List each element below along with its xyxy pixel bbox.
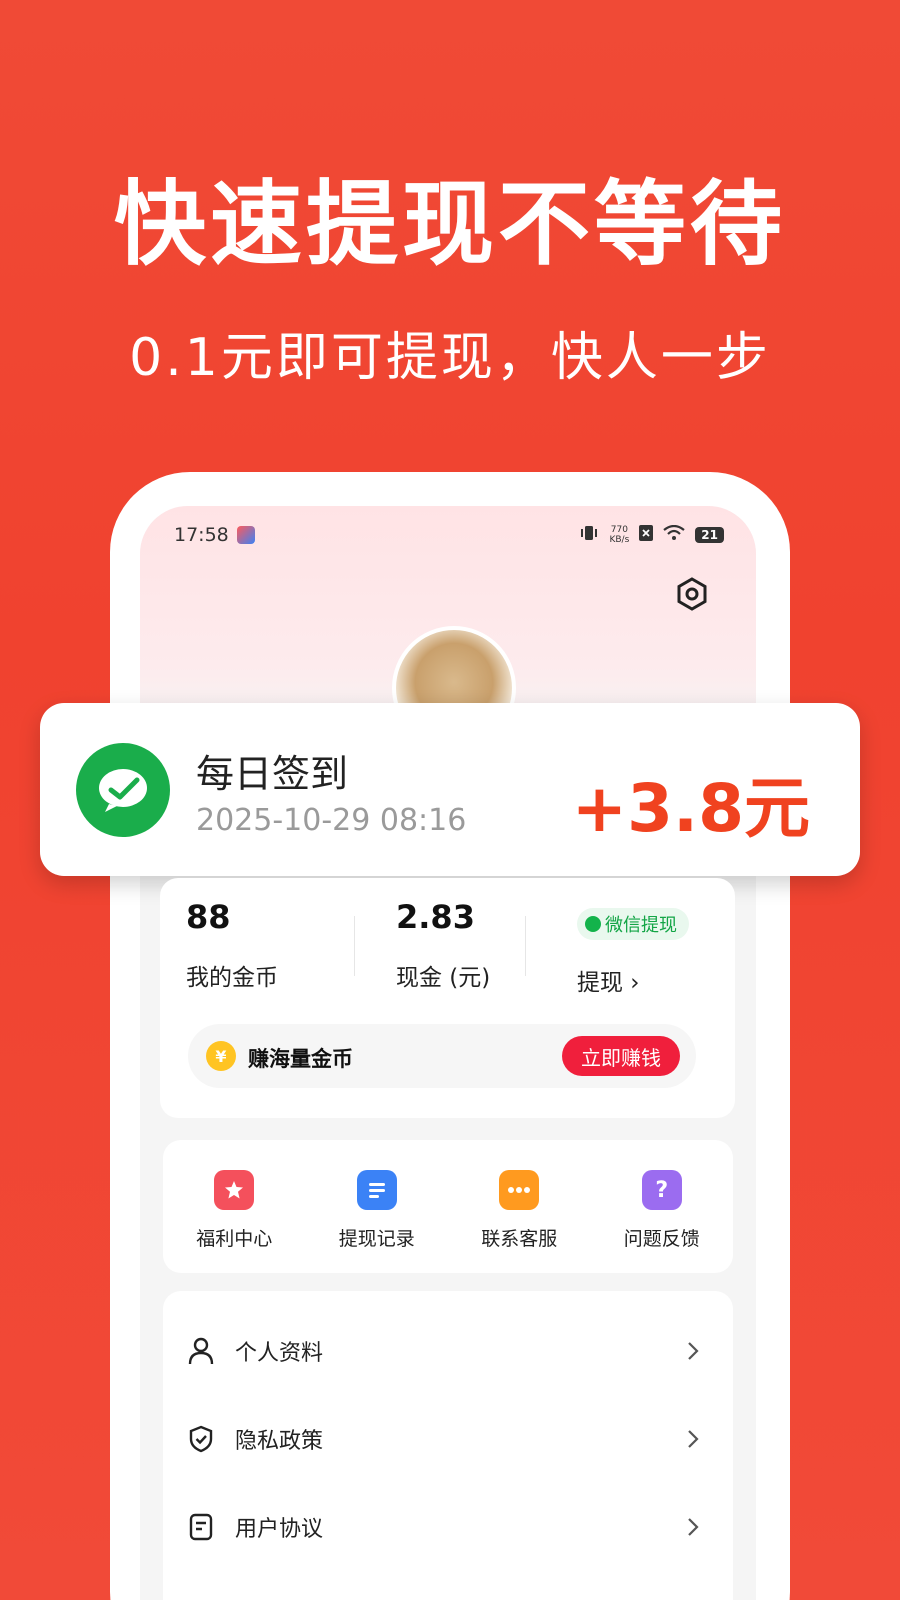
menu-item-privacy[interactable]: 隐私政策 xyxy=(163,1409,733,1469)
action-label: 福利中心 xyxy=(196,1228,273,1250)
promo-headline: 快速提现不等待 xyxy=(113,171,786,278)
wechat-small-icon xyxy=(585,916,601,932)
wallet-card: 88 我的金币 2.83 现金 (元) 微信提现 提现 › ¥ 赚海量金币 立即… xyxy=(160,878,735,1118)
cash-value: 2.83 xyxy=(396,898,475,936)
menu-item-profile[interactable]: 个人资料 xyxy=(163,1321,733,1381)
action-contact-support[interactable]: 联系客服 xyxy=(448,1140,591,1273)
vibrate-icon xyxy=(579,525,599,545)
chevron-right-icon xyxy=(683,1517,703,1537)
promo-subline: 0.1元即可提现，快人一步 xyxy=(129,328,771,388)
settings-icon xyxy=(677,577,707,611)
wifi-icon xyxy=(663,524,685,545)
notification-title: 每日签到 xyxy=(196,752,349,796)
divider xyxy=(525,916,526,976)
action-feedback[interactable]: ? 问题反馈 xyxy=(591,1140,734,1273)
menu-item-label: 隐私政策 xyxy=(235,1429,324,1454)
net-speed-value: 770 xyxy=(610,525,628,535)
coins-stat[interactable]: 88 我的金币 xyxy=(186,898,278,992)
wechat-icon xyxy=(76,743,170,837)
action-withdraw-records[interactable]: 提现记录 xyxy=(306,1140,449,1273)
coin-icon: ¥ xyxy=(206,1041,236,1071)
menu-item-label: 个人资料 xyxy=(235,1341,324,1366)
battery-indicator: 21 xyxy=(695,527,724,543)
shield-icon xyxy=(187,1425,215,1453)
quick-actions: 福利中心 提现记录 联系客服 ? 问题反馈 xyxy=(163,1140,733,1273)
notification-amount: +3.8元 xyxy=(571,770,810,847)
person-icon xyxy=(187,1337,215,1365)
divider xyxy=(354,916,355,976)
action-label: 联系客服 xyxy=(481,1228,558,1250)
status-bar: 17:58 770 KB/s 21 xyxy=(174,520,724,550)
earn-coins-banner[interactable]: ¥ 赚海量金币 立即赚钱 xyxy=(188,1024,696,1088)
action-label: 提现记录 xyxy=(338,1228,415,1250)
cash-stat[interactable]: 2.83 现金 (元) xyxy=(396,898,490,992)
chat-icon xyxy=(499,1170,540,1210)
action-label: 问题反馈 xyxy=(623,1228,700,1250)
document-icon xyxy=(187,1513,215,1541)
chevron-right-icon xyxy=(683,1429,703,1449)
question-icon: ? xyxy=(641,1170,682,1210)
earn-coins-label: 赚海量金币 xyxy=(248,1047,353,1071)
menu-item-label: 用户协议 xyxy=(235,1517,324,1542)
withdraw-link[interactable]: 提现 › xyxy=(577,963,640,997)
coins-label: 我的金币 xyxy=(186,965,278,991)
status-time: 17:58 xyxy=(174,524,229,546)
wechat-withdraw-chip: 微信提现 xyxy=(577,908,689,940)
app-notification-icon xyxy=(236,526,255,544)
earn-now-button[interactable]: 立即赚钱 xyxy=(562,1036,680,1076)
cash-label: 现金 (元) xyxy=(396,965,491,991)
settings-menu: 个人资料 隐私政策 用户协议 xyxy=(163,1291,733,1600)
coins-value: 88 xyxy=(186,898,231,936)
chevron-right-icon xyxy=(683,1341,703,1361)
net-speed: 770 KB/s xyxy=(609,525,629,545)
action-welfare-center[interactable]: 福利中心 xyxy=(163,1140,306,1273)
gift-icon xyxy=(214,1170,255,1210)
list-icon xyxy=(356,1170,397,1210)
settings-button[interactable] xyxy=(670,572,714,616)
menu-item-agreement[interactable]: 用户协议 xyxy=(163,1497,733,1557)
notification-time: 2025-10-29 08:16 xyxy=(196,803,467,838)
wechat-withdraw-label: 微信提现 xyxy=(605,915,677,936)
net-speed-unit: KB/s xyxy=(609,535,630,545)
checkin-notification: 每日签到 2025-10-29 08:16 +3.8元 xyxy=(40,703,860,876)
no-sim-icon xyxy=(639,525,654,545)
